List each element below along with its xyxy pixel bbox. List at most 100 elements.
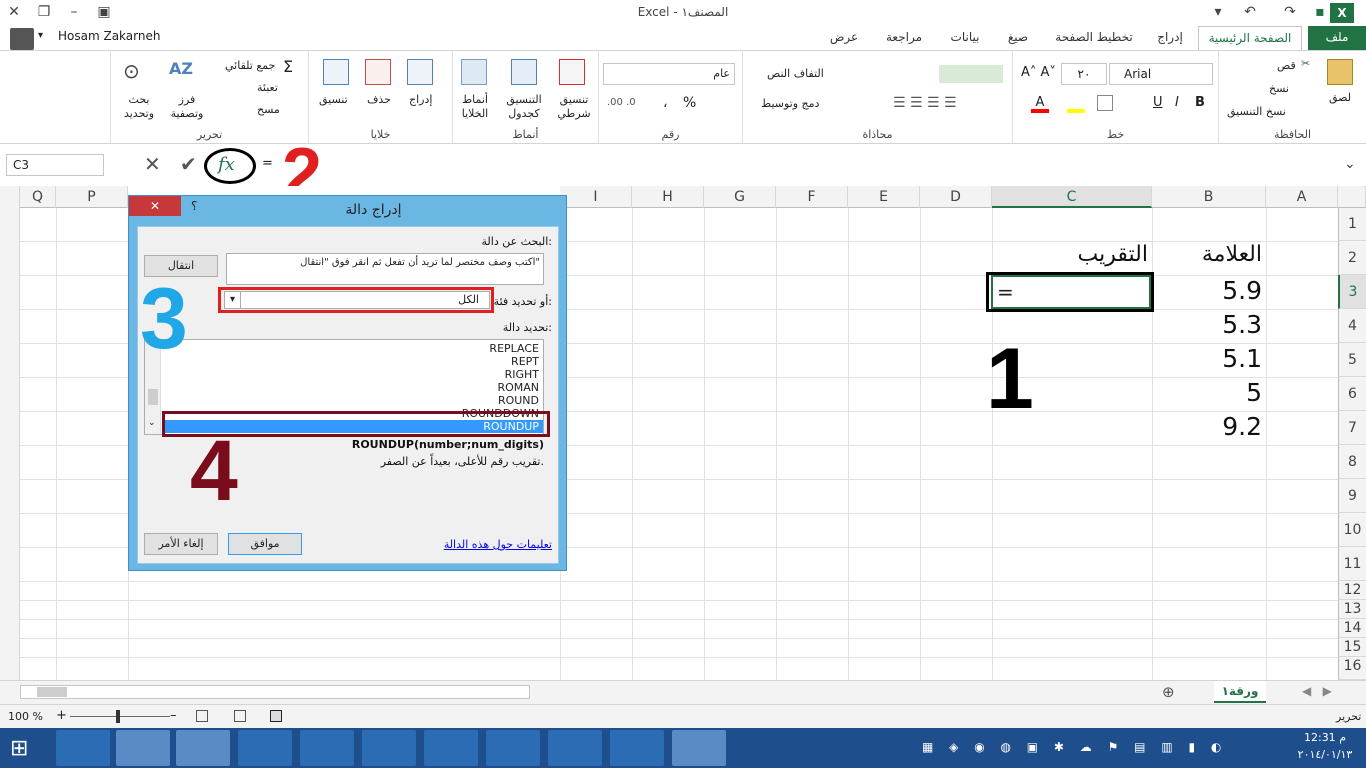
cell-b6[interactable]: 5 — [1156, 378, 1262, 407]
name-box[interactable]: C3 — [6, 154, 104, 176]
format-button[interactable]: تنسيق — [319, 93, 348, 106]
cell-c2[interactable]: التقريب — [996, 242, 1148, 267]
scroll-down-icon[interactable]: ⌄ — [148, 418, 156, 428]
cell-c3[interactable]: = — [991, 275, 1151, 309]
function-item[interactable]: REPT — [159, 355, 539, 368]
col-header-c[interactable]: C — [992, 186, 1152, 208]
col-header-b[interactable]: B — [1152, 186, 1266, 208]
function-item[interactable]: REPLACE — [159, 342, 539, 355]
fill-color-icon[interactable] — [1067, 95, 1085, 113]
text-align-icons[interactable]: ☰ ☰ ☰ ☰ — [893, 95, 957, 111]
copy-button[interactable]: نسخ — [1269, 82, 1289, 95]
tab-page-layout[interactable]: تخطيط الصفحة — [1048, 26, 1140, 50]
photoshop-2-icon[interactable] — [486, 730, 540, 766]
find-select-button[interactable]: بحث وتحديد — [115, 93, 163, 121]
paste-label[interactable]: لصق — [1329, 91, 1351, 104]
insert-function-icon[interactable]: fx — [218, 154, 235, 175]
restore-icon[interactable]: ❐ — [30, 0, 58, 24]
format-as-table-icon[interactable] — [511, 59, 537, 85]
user-name[interactable]: Hosam Zakarneh — [58, 29, 160, 43]
cell-b2[interactable]: العلامة — [1156, 242, 1262, 267]
wrap-text-button[interactable]: التفاف النص — [767, 67, 824, 80]
col-header-f[interactable]: F — [776, 186, 848, 208]
row-header-6[interactable]: 6 — [1338, 377, 1366, 411]
col-header-h[interactable]: H — [632, 186, 704, 208]
fill-button[interactable]: تعبئة — [257, 81, 278, 94]
cut-button[interactable]: قص — [1277, 59, 1296, 72]
format-as-table-button[interactable]: التنسيق كجدول — [501, 93, 547, 121]
col-header-d[interactable]: D — [920, 186, 992, 208]
delete-button[interactable]: حذف — [367, 93, 391, 106]
category-dropdown-icon[interactable]: ▾ — [225, 292, 241, 308]
conditional-format-button[interactable]: تنسيق شرطي — [553, 93, 595, 121]
comma-button[interactable]: ، — [663, 95, 668, 111]
sheet-nav-icons[interactable]: ◀ ▶ — [1302, 684, 1332, 698]
underline-button[interactable]: U — [1153, 95, 1163, 110]
start-icon[interactable]: ⊞ — [10, 736, 28, 761]
media-player-icon[interactable] — [610, 730, 664, 766]
function-help-link[interactable]: تعليمات حول هذه الدالة — [444, 538, 552, 551]
row-header-7[interactable]: 7 — [1338, 411, 1366, 445]
tab-view[interactable]: عرض — [822, 26, 866, 50]
decimal-icons[interactable]: .00 .0 — [607, 97, 636, 108]
col-header-q[interactable]: Q — [20, 186, 56, 208]
percent-button[interactable]: % — [683, 95, 696, 111]
formula-input[interactable]: = — [256, 154, 1342, 176]
bold-button[interactable]: B — [1195, 95, 1205, 110]
category-select[interactable]: الكل — [224, 291, 490, 309]
photoshop-icon[interactable] — [424, 730, 478, 766]
row-header-16[interactable]: 16 — [1338, 657, 1366, 680]
zoom-slider-thumb[interactable] — [116, 710, 120, 723]
account-dropdown-icon[interactable]: ▾ — [38, 30, 43, 41]
cell-b4[interactable]: 5.3 — [1156, 310, 1262, 339]
row-header-11[interactable]: 11 — [1338, 547, 1366, 581]
row-header-12[interactable]: 12 — [1338, 581, 1366, 600]
vertical-scrollbar[interactable] — [0, 186, 20, 680]
function-item[interactable]: ROMAN — [159, 381, 539, 394]
store-icon[interactable] — [238, 730, 292, 766]
function-list-scroll-thumb[interactable] — [148, 389, 158, 405]
clock-time[interactable]: 12:31 م — [1290, 731, 1360, 744]
autosum-button[interactable]: جمع تلقائي — [225, 59, 275, 72]
tab-home[interactable]: الصفحة الرئيسية — [1198, 26, 1302, 50]
cell-b5[interactable]: 5.1 — [1156, 344, 1262, 373]
row-header-3[interactable]: 3 — [1338, 275, 1366, 309]
word-icon[interactable] — [300, 730, 354, 766]
confirm-entry-icon[interactable]: ✔ — [180, 152, 197, 176]
delete-cells-icon[interactable] — [365, 59, 391, 85]
zoom-slider[interactable] — [70, 716, 170, 717]
number-format-select[interactable]: عام — [603, 63, 735, 85]
page-break-view-icon[interactable] — [196, 710, 208, 722]
undo-icon[interactable]: ↶ — [1236, 0, 1264, 24]
insert-button[interactable]: إدراج — [409, 93, 432, 106]
tab-formulas[interactable]: صيغ — [998, 26, 1038, 50]
merge-center-button[interactable]: دمج وتوسيط — [761, 97, 819, 110]
system-tray-icons[interactable]: ▦ ◈ ◉ ◍ ▣ ✱ ☁ ⚑ ▤ ▥ ▮ ◐ — [922, 740, 1282, 756]
tab-insert[interactable]: إدراج — [1148, 26, 1192, 50]
cell-b3[interactable]: 5.9 — [1156, 276, 1262, 305]
function-item[interactable]: ROUND — [159, 394, 539, 407]
tab-file[interactable]: ملف — [1308, 26, 1366, 50]
paste-icon[interactable] — [1327, 59, 1353, 85]
col-header-p[interactable]: P — [56, 186, 128, 208]
horizontal-scrollbar[interactable] — [20, 685, 530, 699]
minimize-icon[interactable]: – — [60, 0, 88, 24]
function-item[interactable]: RIGHT — [159, 368, 539, 381]
borders-icon[interactable] — [1097, 95, 1113, 111]
ribbon-display-icon[interactable]: ▣ — [90, 0, 118, 24]
cancel-button[interactable]: إلغاء الأمر — [144, 533, 218, 555]
normal-view-icon[interactable] — [270, 710, 282, 722]
sort-filter-icon[interactable]: AZ — [169, 59, 195, 85]
cell-styles-button[interactable]: أنماط الخلايا — [453, 93, 497, 121]
ok-button[interactable]: موافق — [228, 533, 302, 555]
search-function-input[interactable]: اكتب وصف مختصر لما تريد أن تفعل ثم انقر … — [226, 253, 544, 285]
row-header-13[interactable]: 13 — [1338, 600, 1366, 619]
italic-button[interactable]: I — [1175, 95, 1179, 110]
paint-icon[interactable] — [548, 730, 602, 766]
font-name-select[interactable]: Arial — [1109, 63, 1213, 85]
col-header-a[interactable]: A — [1266, 186, 1338, 208]
excel-taskbar-icon[interactable] — [672, 730, 726, 766]
format-painter-button[interactable]: نسخ التنسيق — [1227, 105, 1286, 118]
chrome-icon[interactable] — [116, 730, 170, 766]
close-icon[interactable]: ✕ — [0, 0, 28, 24]
